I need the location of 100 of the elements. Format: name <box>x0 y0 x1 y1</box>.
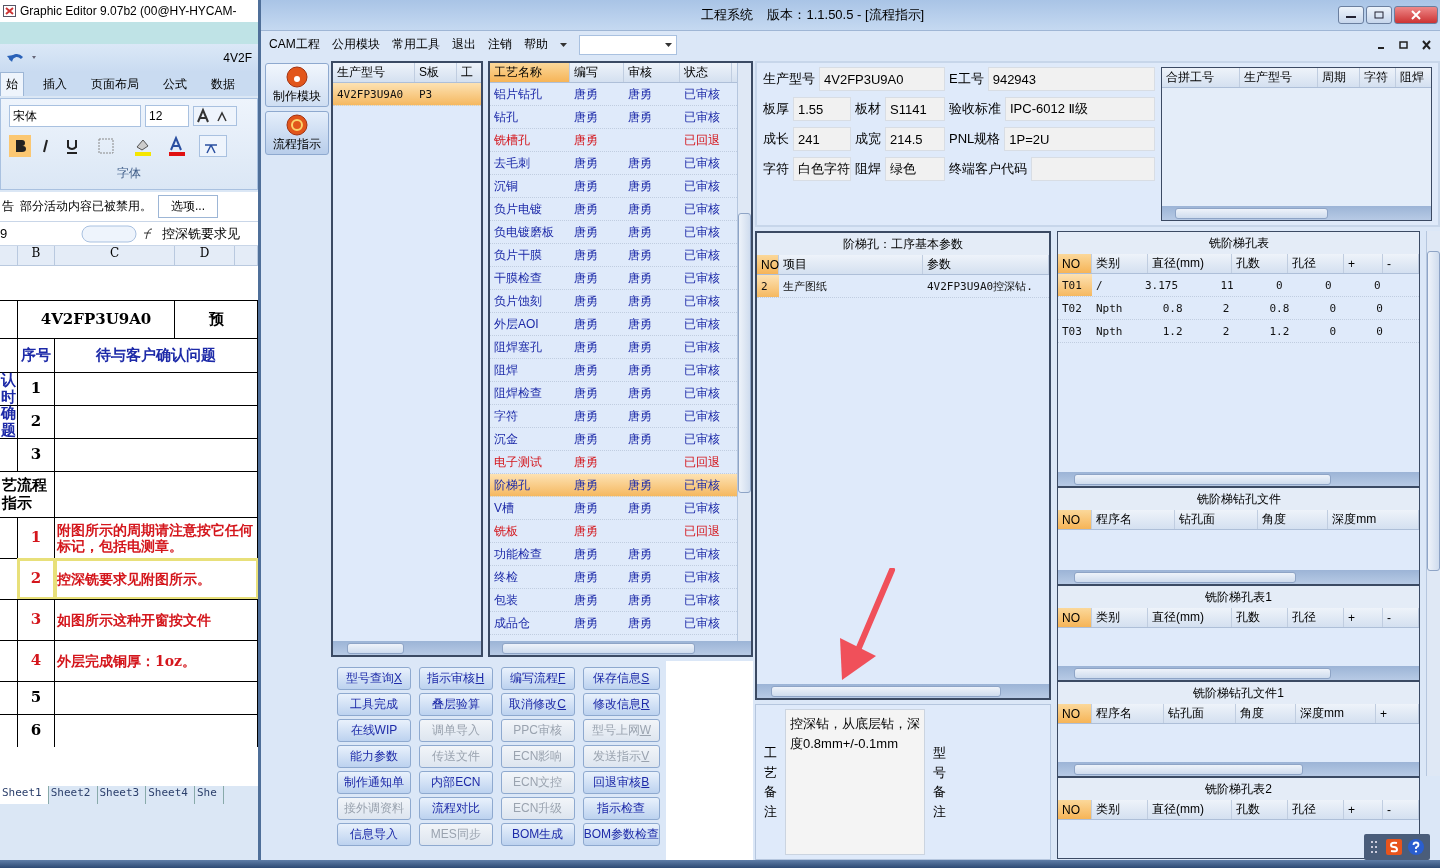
column-header[interactable]: 阻焊 <box>1396 68 1431 87</box>
horizontal-scrollbar[interactable] <box>1058 570 1419 584</box>
table-row[interactable]: T01 / 3.175 11 0 0 0 <box>1058 274 1419 297</box>
column-header[interactable]: 钻孔面 <box>1164 704 1236 723</box>
action-button[interactable]: 能力参数 <box>337 745 411 768</box>
maximize-button[interactable] <box>1366 6 1392 24</box>
value-field[interactable]: 1.55 <box>793 97 851 121</box>
column-header[interactable]: + <box>1344 800 1383 819</box>
value-field[interactable] <box>1031 157 1155 181</box>
sidebar-button[interactable]: 制作模块 <box>265 63 329 107</box>
action-button[interactable]: 取消修改C <box>500 693 575 716</box>
menu-item[interactable]: 退出 <box>451 36 476 53</box>
action-button[interactable]: 叠层验算 <box>418 693 493 716</box>
table-row[interactable]: 2 生产图纸 4V2FP3U9A0控深钻. <box>757 275 1049 298</box>
horizontal-scrollbar[interactable] <box>1058 666 1419 680</box>
value-field[interactable]: 4V2FP3U9A0 <box>819 67 945 91</box>
column-header[interactable]: 钻孔面 <box>1174 510 1258 529</box>
action-button[interactable]: 内部ECN <box>418 771 493 794</box>
menu-item[interactable]: 帮助 <box>523 36 548 53</box>
minimize-button[interactable] <box>1338 6 1364 24</box>
column-header[interactable]: 审核 <box>624 63 680 82</box>
column-header[interactable]: 孔数 <box>1232 254 1288 273</box>
column-header[interactable]: 项目 <box>779 255 923 274</box>
value-field[interactable]: 1P=2U <box>1004 127 1155 151</box>
formula-field[interactable]: 控深铣要求见 <box>162 224 240 243</box>
action-button[interactable]: 修改信息R <box>582 693 660 716</box>
horizontal-scrollbar[interactable] <box>757 684 1049 698</box>
sheet-tab[interactable]: She <box>195 786 224 804</box>
column-header[interactable]: NO <box>1058 254 1092 273</box>
column-header[interactable]: 直径(mm) <box>1148 608 1232 627</box>
sheet-tab[interactable]: Sheet3 <box>97 786 147 804</box>
sheet-tab[interactable]: Sheet1 <box>0 786 49 804</box>
column-header[interactable]: + <box>1376 704 1419 723</box>
column-header[interactable]: 程序名 <box>1092 510 1175 529</box>
action-button[interactable]: 流程对比 <box>418 797 493 820</box>
value-field[interactable]: 241 <box>793 127 851 151</box>
horizontal-scrollbar[interactable] <box>1162 206 1431 220</box>
vertical-scrollbar[interactable] <box>1426 231 1440 776</box>
column-header[interactable]: 类别 <box>1092 608 1148 627</box>
column-header[interactable]: D <box>175 246 235 265</box>
close-button[interactable] <box>1394 6 1438 24</box>
name-box[interactable]: 9 <box>0 226 74 241</box>
column-header[interactable]: 程序名 <box>1092 704 1164 723</box>
action-button[interactable]: 回退审核B <box>582 771 660 794</box>
menu-item[interactable]: 常用工具 <box>391 36 440 53</box>
font-name-field[interactable]: 宋体 <box>9 105 141 127</box>
action-button[interactable]: 指示审核H <box>418 667 493 690</box>
action-button[interactable]: 在线WIP <box>337 719 411 742</box>
value-field[interactable]: 942943 <box>987 67 1155 91</box>
column-header[interactable]: 孔径 <box>1288 254 1344 273</box>
menu-item[interactable]: 公用模块 <box>331 36 380 53</box>
menu-item[interactable]: CAM工程 <box>269 36 320 53</box>
input-method-icon[interactable] <box>1386 839 1402 855</box>
column-header[interactable]: 参数 <box>923 255 1049 274</box>
sidebar-button[interactable]: 流程指示 <box>265 111 329 155</box>
horizontal-scrollbar[interactable] <box>1058 762 1419 776</box>
column-header[interactable]: 字符 <box>1360 68 1396 87</box>
sheet-tab[interactable]: Sheet2 <box>48 786 98 804</box>
column-header[interactable]: 工艺名称 <box>490 63 570 82</box>
column-header[interactable]: + <box>1344 608 1383 627</box>
column-header[interactable]: 孔数 <box>1232 800 1288 819</box>
action-button[interactable]: BOM生成 <box>500 823 575 846</box>
caret-icon[interactable] <box>559 42 567 47</box>
column-header[interactable]: NO <box>1058 608 1092 627</box>
column-header[interactable]: NO <box>1058 510 1092 529</box>
table-row[interactable]: 阶梯孔 唐勇 唐勇 已审核 <box>490 474 737 497</box>
value-field[interactable]: 214.5 <box>885 127 945 151</box>
column-header[interactable]: 类别 <box>1092 254 1148 273</box>
column-header[interactable]: 孔径 <box>1288 608 1344 627</box>
horizontal-scrollbar[interactable] <box>333 641 481 655</box>
column-header[interactable]: 类别 <box>1092 800 1148 819</box>
horizontal-scrollbar[interactable] <box>1058 472 1419 486</box>
mdi-controls-icon[interactable] <box>1376 39 1432 50</box>
column-header[interactable]: S板 <box>415 63 457 82</box>
menu-item[interactable]: 注销 <box>487 36 512 53</box>
bold-icon[interactable] <box>9 135 31 157</box>
phonetic-icon[interactable] <box>199 135 227 157</box>
column-header[interactable]: 编写 <box>570 63 624 82</box>
action-button[interactable]: 工具完成 <box>337 693 411 716</box>
font-grow-icon[interactable] <box>193 106 237 126</box>
action-button[interactable]: 制作通知单 <box>337 771 411 794</box>
column-header[interactable]: + <box>1344 254 1383 273</box>
column-header[interactable]: 直径(mm) <box>1148 254 1232 273</box>
value-field[interactable]: S1141 <box>885 97 945 121</box>
action-button[interactable]: 指示检查 <box>582 797 660 820</box>
column-header[interactable]: 生产型号 <box>1240 68 1318 87</box>
options-button[interactable]: 选项... <box>158 195 218 218</box>
ribbon-tab[interactable]: 始 <box>0 72 24 96</box>
column-header[interactable]: NO <box>1058 800 1092 819</box>
column-header[interactable]: 工 <box>457 63 481 82</box>
column-header[interactable]: 合拼工号 <box>1162 68 1240 87</box>
column-header[interactable]: 状态 <box>680 63 732 82</box>
column-header[interactable]: 孔数 <box>1232 608 1288 627</box>
remark-text-area[interactable]: 控深钻，从底层钻，深度0.8mm+/-0.1mm <box>785 709 925 855</box>
column-header[interactable]: 周期 <box>1318 68 1360 87</box>
ribbon-tab[interactable]: 插入 <box>38 73 72 96</box>
column-header[interactable]: 孔径 <box>1288 800 1344 819</box>
value-field[interactable]: IPC-6012 Ⅱ级 <box>1005 97 1155 121</box>
column-header[interactable]: C <box>55 246 175 265</box>
column-header[interactable]: B <box>18 246 55 265</box>
